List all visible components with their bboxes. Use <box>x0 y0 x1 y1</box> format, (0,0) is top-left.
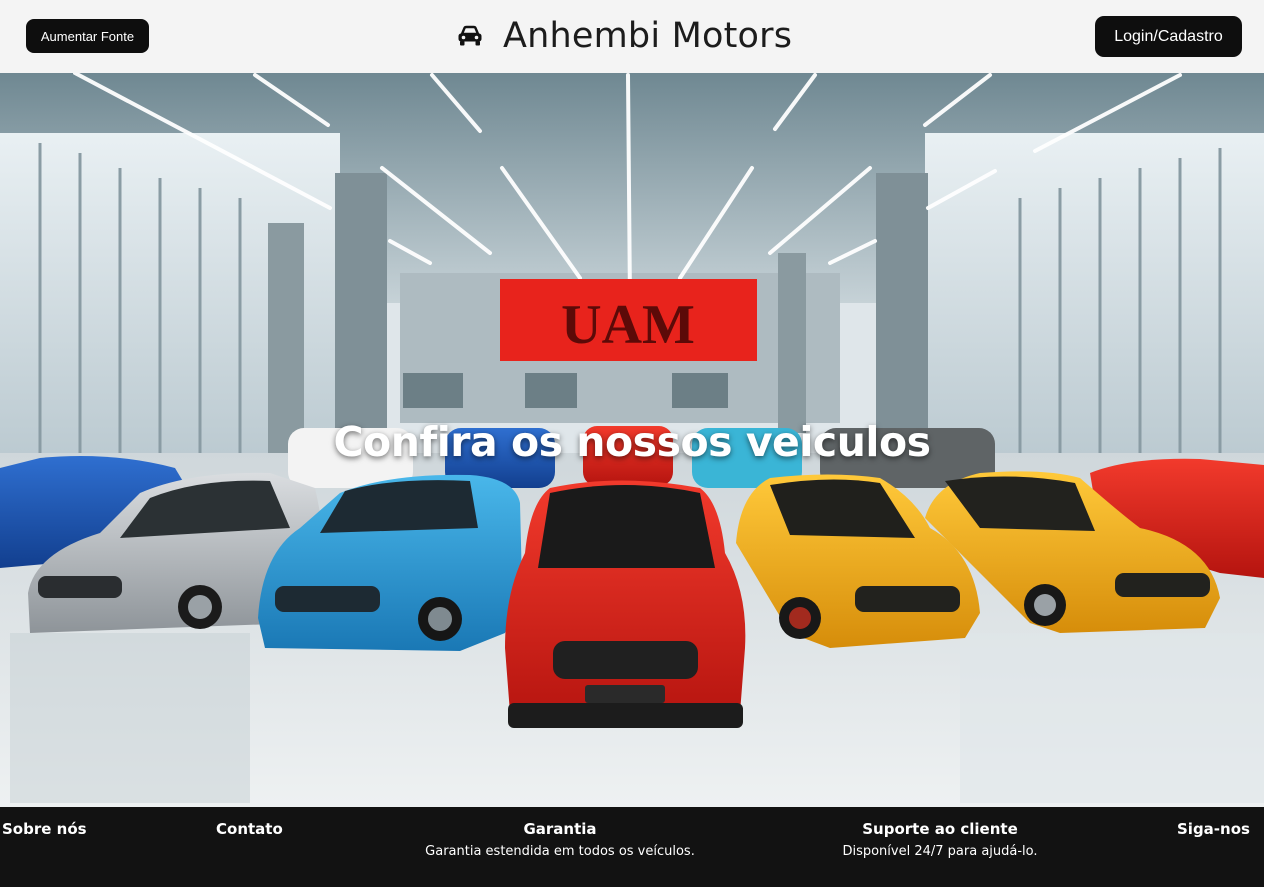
hero-title: Confira os nossos veiculos <box>333 418 931 466</box>
footer-social-heading[interactable]: Siga-nos <box>1177 820 1250 838</box>
footer-warranty: Garantia Garantia estendida em todos os … <box>425 820 695 859</box>
footer-social: Siga-nos <box>1177 820 1250 838</box>
site-header: Aumentar Fonte Anhembi Motors Login/Cada… <box>0 0 1264 73</box>
footer-about-heading[interactable]: Sobre nós <box>2 820 87 838</box>
brand[interactable]: Anhembi Motors <box>457 14 792 58</box>
hero-banner: UAM Confira os nossos veiculos <box>0 73 1264 807</box>
footer-contact: Contato <box>216 820 283 838</box>
footer-contact-heading[interactable]: Contato <box>216 820 283 838</box>
login-register-button[interactable]: Login/Cadastro <box>1095 16 1242 57</box>
increase-font-button[interactable]: Aumentar Fonte <box>26 19 149 53</box>
footer-support-text: Disponível 24/7 para ajudá-lo. <box>842 844 1038 859</box>
site-footer: Sobre nós Contato Garantia Garantia este… <box>0 807 1264 887</box>
uam-sign-text: UAM <box>561 294 695 356</box>
footer-support: Suporte ao cliente Disponível 24/7 para … <box>842 820 1037 859</box>
footer-about: Sobre nós <box>2 820 87 838</box>
footer-warranty-text: Garantia estendida em todos os veículos. <box>425 844 695 859</box>
car-icon <box>458 25 482 46</box>
brand-title: Anhembi Motors <box>503 16 793 56</box>
footer-support-heading: Suporte ao cliente <box>862 820 1018 838</box>
car-red-front <box>505 480 746 728</box>
footer-warranty-heading: Garantia <box>523 820 597 838</box>
